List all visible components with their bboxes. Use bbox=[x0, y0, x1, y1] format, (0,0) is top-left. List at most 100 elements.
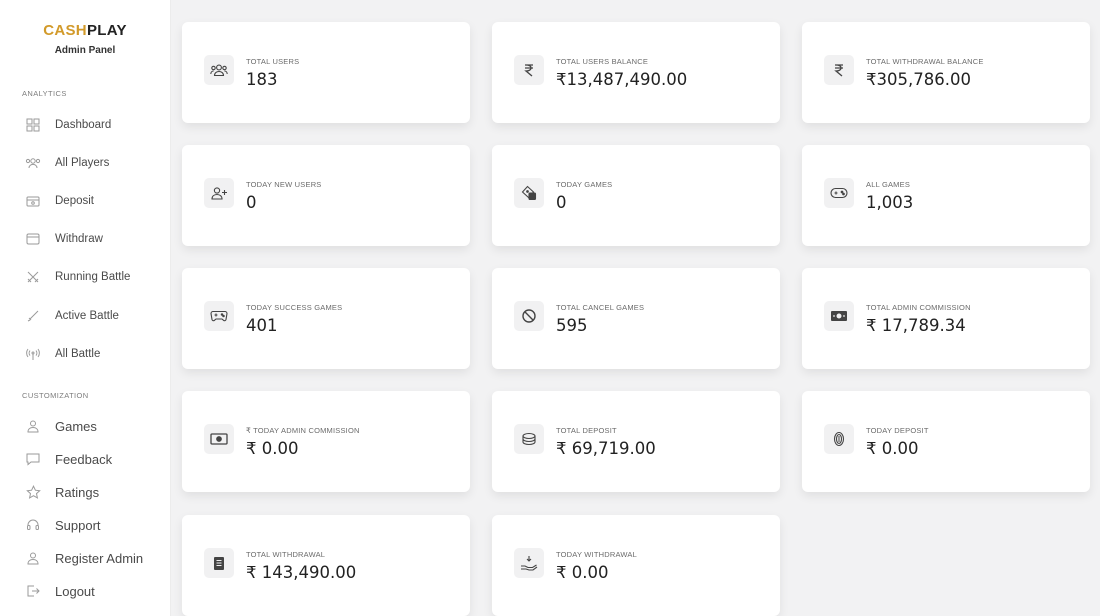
stat-value: 401 bbox=[246, 316, 278, 335]
stat-label: TOTAL WITHDRAWAL BALANCE bbox=[866, 57, 984, 66]
stat-label: TODAY SUCCESS GAMES bbox=[246, 303, 343, 312]
swords-icon bbox=[24, 268, 42, 286]
stat-value: 1,003 bbox=[866, 193, 914, 212]
sidebar-item-label: Running Battle bbox=[55, 271, 131, 283]
stat-card-today-admin-commission[interactable]: ₹ TODAY ADMIN COMMISSION ₹ 0.00 bbox=[182, 391, 470, 492]
sidebar-item-label: Withdraw bbox=[55, 233, 103, 245]
stat-card-today-success-games[interactable]: TODAY SUCCESS GAMES 401 bbox=[182, 268, 470, 369]
grid-icon bbox=[24, 116, 42, 134]
gamepad-icon bbox=[824, 178, 854, 208]
sidebar-item-all-players[interactable]: All Players bbox=[24, 154, 109, 172]
stat-value: ₹13,487,490.00 bbox=[556, 70, 688, 89]
section-title-customization: CUSTOMIZATION bbox=[22, 391, 89, 400]
stat-value: ₹ 143,490.00 bbox=[246, 563, 357, 582]
stat-label: TODAY GAMES bbox=[556, 180, 613, 189]
sidebar-item-support[interactable]: Support bbox=[24, 516, 101, 534]
stat-value: ₹ 69,719.00 bbox=[556, 439, 656, 458]
stat-label: TODAY WITHDRAWAL bbox=[556, 550, 637, 559]
sidebar-item-feedback[interactable]: Feedback bbox=[24, 450, 112, 468]
stat-value: ₹ 0.00 bbox=[246, 439, 299, 458]
wallet-icon bbox=[24, 230, 42, 248]
stat-value: 0 bbox=[556, 193, 567, 212]
sidebar-item-label: Active Battle bbox=[55, 310, 119, 322]
rupee-icon bbox=[514, 55, 544, 85]
stat-card-total-deposit[interactable]: TOTAL DEPOSIT ₹ 69,719.00 bbox=[492, 391, 780, 492]
stat-card-total-admin-commission[interactable]: TOTAL ADMIN COMMISSION ₹ 17,789.34 bbox=[802, 268, 1090, 369]
cash-icon bbox=[824, 301, 854, 331]
stat-card-today-withdrawal[interactable]: TODAY WITHDRAWAL ₹ 0.00 bbox=[492, 515, 780, 616]
admin-panel-subtitle: Admin Panel bbox=[54, 45, 116, 56]
sidebar-item-label: All Battle bbox=[55, 348, 101, 360]
user-add-icon bbox=[24, 549, 42, 567]
stat-card-total-cancel-games[interactable]: TOTAL CANCEL GAMES 595 bbox=[492, 268, 780, 369]
stat-value: 0 bbox=[246, 193, 257, 212]
sidebar-item-deposit[interactable]: Deposit bbox=[24, 192, 94, 210]
sidebar-item-all-battle[interactable]: All Battle bbox=[24, 345, 100, 363]
sidebar-item-withdraw[interactable]: Withdraw bbox=[24, 230, 103, 248]
sidebar-item-label: All Players bbox=[55, 157, 110, 169]
sidebar-item-active-battle[interactable]: Active Battle bbox=[24, 307, 119, 325]
logout-icon bbox=[24, 582, 42, 600]
sidebar-item-logout[interactable]: Logout bbox=[24, 582, 95, 600]
sidebar-item-label: Games bbox=[55, 418, 97, 434]
stat-label: TOTAL WITHDRAWAL bbox=[246, 550, 326, 559]
stat-card-today-deposit[interactable]: TODAY DEPOSIT ₹ 0.00 bbox=[802, 391, 1090, 492]
logo[interactable]: CASHPLAY bbox=[0, 22, 170, 39]
stat-label: TOTAL USERS BALANCE bbox=[556, 57, 649, 66]
stat-card-total-users-balance[interactable]: TOTAL USERS BALANCE ₹13,487,490.00 bbox=[492, 22, 780, 123]
sidebar-item-label: Register Admin bbox=[55, 550, 144, 566]
sword-icon bbox=[24, 307, 42, 325]
users-icon bbox=[204, 55, 234, 85]
document-icon bbox=[204, 548, 234, 578]
users-icon bbox=[24, 154, 42, 172]
stat-label: TOTAL ADMIN COMMISSION bbox=[866, 303, 971, 312]
stat-value: ₹ 0.00 bbox=[866, 439, 919, 458]
sidebar-item-dashboard[interactable]: Dashboard bbox=[24, 116, 111, 134]
gamepad-icon bbox=[204, 301, 234, 331]
sidebar-item-ratings[interactable]: Ratings bbox=[24, 483, 99, 501]
sidebar-item-label: Deposit bbox=[55, 195, 94, 207]
stat-card-total-users[interactable]: TOTAL USERS 183 bbox=[182, 22, 470, 123]
sidebar-item-games[interactable]: Games bbox=[24, 417, 97, 435]
sidebar-item-label: Logout bbox=[55, 583, 95, 599]
stat-card-total-withdrawal-balance[interactable]: TOTAL WITHDRAWAL BALANCE ₹305,786.00 bbox=[802, 22, 1090, 123]
message-icon bbox=[24, 450, 42, 468]
stat-label: ALL GAMES bbox=[866, 180, 911, 189]
sidebar-item-label: Ratings bbox=[55, 484, 100, 500]
stat-card-today-new-users[interactable]: TODAY NEW USERS 0 bbox=[182, 145, 470, 246]
sidebar-item-label: Support bbox=[55, 517, 101, 533]
rupee-icon bbox=[824, 55, 854, 85]
stat-value: 595 bbox=[556, 316, 588, 335]
cash-icon bbox=[204, 424, 234, 454]
user-icon bbox=[24, 417, 42, 435]
stat-card-today-games[interactable]: TODAY GAMES 0 bbox=[492, 145, 780, 246]
sidebar: CASHPLAY Admin Panel ANALYTICS Dashboard… bbox=[0, 0, 171, 616]
coin-icon bbox=[824, 424, 854, 454]
stat-value: ₹305,786.00 bbox=[866, 70, 971, 89]
ban-icon bbox=[514, 301, 544, 331]
stat-label: TODAY NEW USERS bbox=[246, 180, 322, 189]
stat-label: TODAY DEPOSIT bbox=[866, 426, 929, 435]
stat-card-total-withdrawal[interactable]: TOTAL WITHDRAWAL ₹ 143,490.00 bbox=[182, 515, 470, 616]
stat-label: TOTAL CANCEL GAMES bbox=[556, 303, 645, 312]
user-add-icon bbox=[204, 178, 234, 208]
stat-label: TOTAL USERS bbox=[246, 57, 300, 66]
stat-label: TOTAL DEPOSIT bbox=[556, 426, 617, 435]
hand-coin-icon bbox=[514, 548, 544, 578]
section-title-analytics: ANALYTICS bbox=[22, 89, 67, 98]
sidebar-item-label: Dashboard bbox=[55, 119, 112, 131]
stat-value: ₹ 17,789.34 bbox=[866, 316, 966, 335]
brand: CASHPLAY Admin Panel bbox=[0, 0, 170, 56]
sidebar-item-running-battle[interactable]: Running Battle bbox=[24, 268, 130, 286]
stat-value: 183 bbox=[246, 70, 278, 89]
dice-icon bbox=[514, 178, 544, 208]
stat-card-all-games[interactable]: ALL GAMES 1,003 bbox=[802, 145, 1090, 246]
coins-icon bbox=[514, 424, 544, 454]
deposit-icon bbox=[24, 192, 42, 210]
sidebar-item-register-admin[interactable]: Register Admin bbox=[24, 549, 143, 567]
signal-icon bbox=[24, 345, 42, 363]
stat-value: ₹ 0.00 bbox=[556, 563, 609, 582]
headset-icon bbox=[24, 516, 42, 534]
sidebar-item-label: Feedback bbox=[55, 451, 113, 467]
stat-label: ₹ TODAY ADMIN COMMISSION bbox=[246, 426, 360, 435]
